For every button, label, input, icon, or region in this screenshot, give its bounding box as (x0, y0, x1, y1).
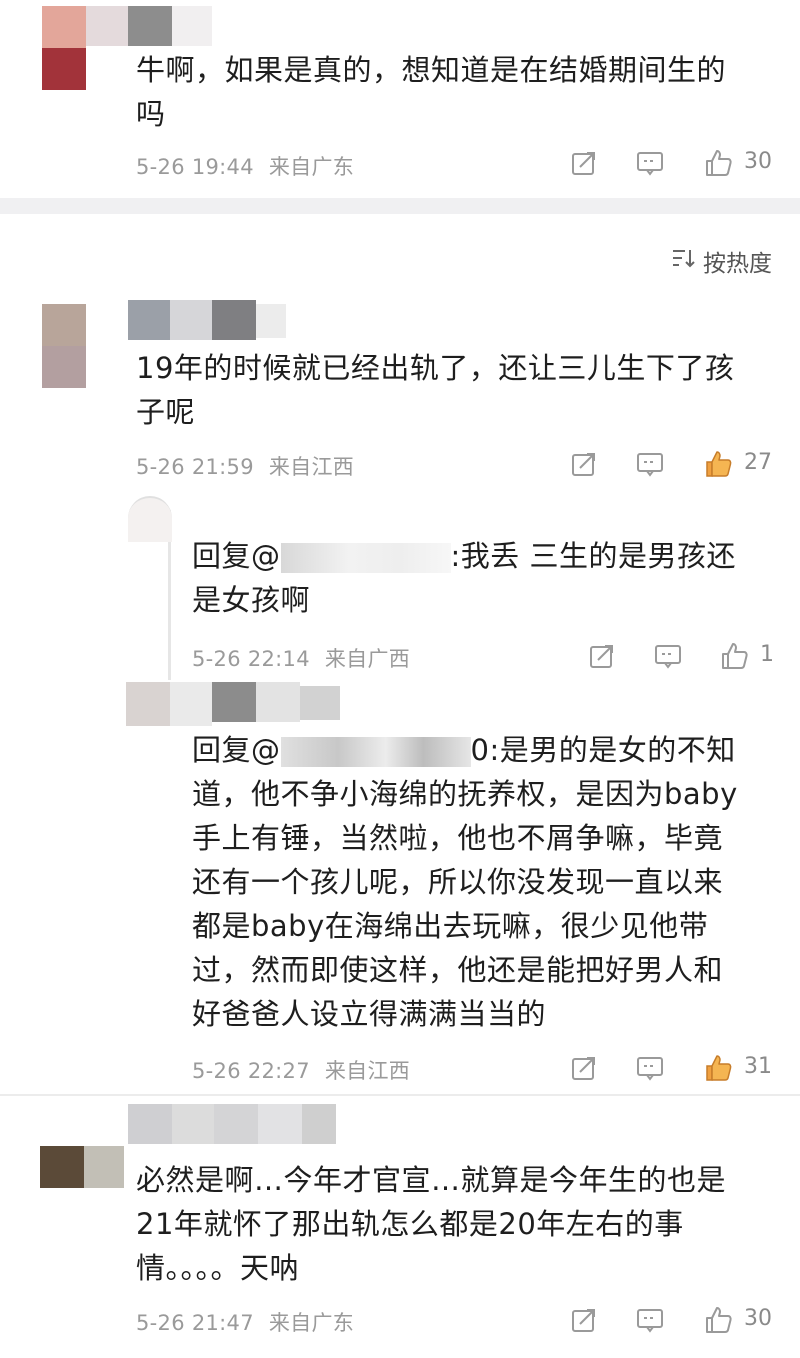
reply-actions: 31 (560, 1050, 790, 1090)
avatar[interactable] (128, 496, 172, 542)
comment-actions: 27 (560, 446, 790, 486)
like-icon[interactable] (716, 638, 752, 674)
comment-top: 牛啊，如果是真的，想知道是在结婚期间生的 吗 5-26 19:44 来自广东 3… (0, 0, 800, 200)
avatar[interactable] (42, 6, 86, 90)
comment-icon[interactable] (632, 446, 668, 482)
comment-actions: 30 (560, 1302, 790, 1342)
comment-2: 必然是啊…今年才官宣…就算是今年生的也是 21年就怀了那出轨怎么都是20年左右的… (0, 1102, 800, 1358)
reply-text: 回复@:我丢 三生的是男孩还 是女孩啊 (192, 539, 737, 617)
like-count: 1 (760, 642, 774, 667)
username[interactable] (128, 1104, 338, 1144)
comment-meta: 5-26 21:59 来自江西 (136, 451, 354, 481)
reply-prefix: 回复@ (192, 733, 281, 767)
sort-label: 按热度 (703, 251, 772, 277)
section-divider (0, 198, 800, 214)
comment-icon[interactable] (632, 1050, 668, 1086)
reply-prefix: 回复@ (192, 539, 281, 573)
comment-text: 必然是啊…今年才官宣…就算是今年生的也是 21年就怀了那出轨怎么都是20年左右的… (136, 1163, 727, 1285)
reply-1: 回复@:我丢 三生的是男孩还 是女孩啊 5-26 22:14 来自广西 1 (0, 490, 800, 680)
reply-2: 回复@ 0:是男的是女的不知 道，他不争小海绵的抚养权，是因为baby 手上有锤，… (0, 682, 800, 1092)
reply-time: 5-26 22:14 (192, 647, 310, 671)
like-icon-active[interactable] (700, 446, 736, 482)
comment-actions: 30 (560, 145, 790, 185)
reply-meta: 5-26 22:14 来自广西 (192, 643, 410, 673)
reply-actions: 1 (580, 638, 790, 678)
reply-body: 0:是男的是女的不知 (470, 733, 736, 767)
username[interactable] (212, 682, 342, 722)
reply-meta: 5-26 22:27 来自江西 (192, 1055, 410, 1085)
share-icon[interactable] (566, 1050, 602, 1086)
like-icon-active[interactable] (700, 1050, 736, 1086)
comment-meta: 5-26 21:47 来自广东 (136, 1307, 354, 1337)
username[interactable] (128, 300, 288, 340)
avatar[interactable] (40, 1146, 124, 1188)
comment-1: 19年的时候就已经出轨了，还让三儿生下了孩 子呢 5-26 21:59 来自江西… (0, 296, 800, 486)
comment-meta: 5-26 19:44 来自广东 (136, 151, 354, 181)
avatar[interactable] (42, 304, 86, 388)
comment-icon[interactable] (650, 638, 686, 674)
like-icon[interactable] (700, 145, 736, 181)
comment-text: 牛啊，如果是真的，想知道是在结婚期间生的 吗 (136, 53, 727, 131)
share-icon[interactable] (566, 145, 602, 181)
reply-text: 回复@ 0:是男的是女的不知 道，他不争小海绵的抚养权，是因为baby 手上有锤，… (192, 733, 738, 1031)
reply-mention-blur[interactable] (280, 737, 471, 767)
comment-icon[interactable] (632, 145, 668, 181)
comment-icon[interactable] (632, 1302, 668, 1338)
comment-time: 5-26 21:59 (136, 455, 254, 479)
sort-button[interactable]: 按热度 (671, 244, 772, 278)
like-count: 30 (744, 1306, 772, 1331)
like-icon[interactable] (700, 1302, 736, 1338)
comment-location: 来自江西 (268, 455, 355, 479)
reply-body: :我丢 三生的是男孩还 (450, 539, 737, 573)
like-count: 30 (744, 149, 772, 174)
reply-location: 来自广西 (324, 647, 411, 671)
share-icon[interactable] (584, 638, 620, 674)
reply-mention-blur[interactable] (280, 543, 451, 573)
share-icon[interactable] (566, 446, 602, 482)
reply-location: 来自江西 (324, 1059, 411, 1083)
reply-time: 5-26 22:27 (192, 1059, 310, 1083)
like-count: 31 (744, 1054, 772, 1079)
comment-text: 19年的时候就已经出轨了，还让三儿生下了孩 子呢 (136, 351, 735, 429)
username[interactable] (86, 6, 216, 46)
avatar[interactable] (126, 682, 212, 728)
comment-location: 来自广东 (268, 155, 355, 179)
comment-time: 5-26 21:47 (136, 1311, 254, 1335)
comment-time: 5-26 19:44 (136, 155, 254, 179)
comment-location: 来自广东 (268, 1311, 355, 1335)
comment-divider (0, 1094, 800, 1096)
sort-icon (671, 247, 703, 275)
like-count: 27 (744, 450, 772, 475)
share-icon[interactable] (566, 1302, 602, 1338)
